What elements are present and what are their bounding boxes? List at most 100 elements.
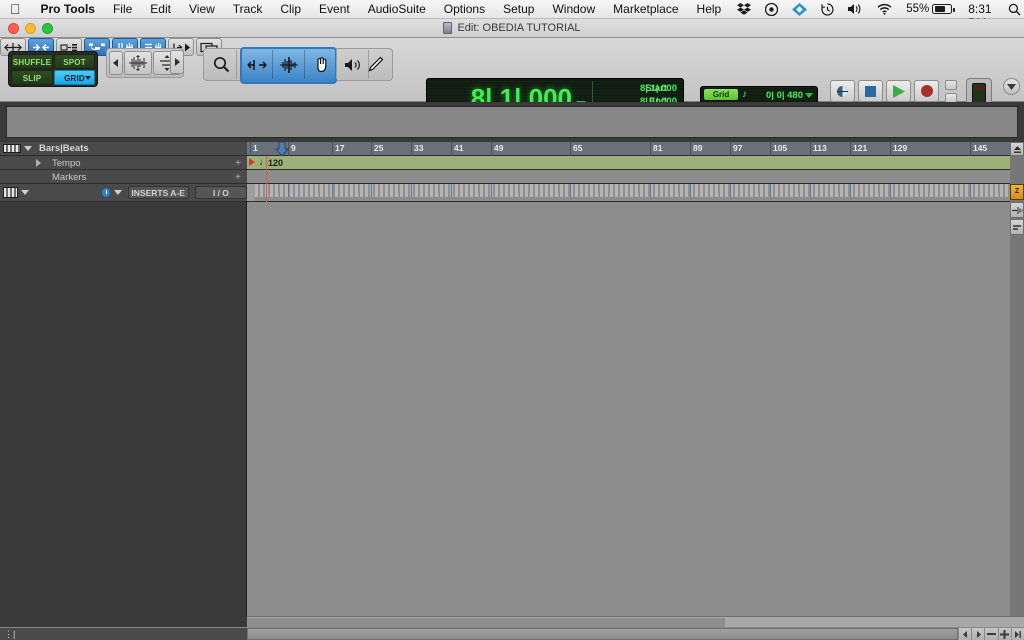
waveform-zoom-button[interactable] [124, 51, 152, 75]
bar-marker [970, 184, 971, 197]
bar-tick [650, 142, 651, 156]
bar-tick [690, 142, 691, 156]
tempo-label: Tempo [52, 158, 81, 169]
io-column-header[interactable]: I / O [195, 186, 247, 199]
avid-link-icon[interactable] [785, 0, 814, 19]
clip-list-strip [0, 102, 1024, 142]
menu-item-setup[interactable]: Setup [494, 0, 543, 19]
bar-tick [890, 142, 891, 156]
menu-item-options[interactable]: Options [435, 0, 494, 19]
window-title-bar: Edit: OBEDIA TUTORIAL [0, 19, 1024, 38]
grid-label-badge[interactable]: Grid [704, 89, 738, 100]
bar-tick [332, 142, 333, 156]
edit-mode-spot[interactable]: SPOT [54, 54, 95, 69]
battery-icon [932, 4, 952, 14]
inserts-column-header[interactable]: INSERTS A-E [128, 186, 189, 199]
timebase-chevron-down-icon[interactable] [114, 190, 122, 195]
bar-marker [730, 184, 731, 197]
bottom-strip-left [0, 616, 247, 627]
menu-item-help[interactable]: Help [688, 0, 731, 19]
track-strip-lead [247, 184, 255, 202]
menu-item-edit[interactable]: Edit [141, 0, 180, 19]
ruler-chevron-down-icon[interactable] [24, 146, 32, 151]
menu-item-event[interactable]: Event [310, 0, 359, 19]
timebase-clock-icon[interactable] [101, 187, 111, 198]
zoom-in-horizontal-button[interactable] [998, 628, 1011, 640]
bar-marker [850, 184, 851, 197]
grabber-tool[interactable] [306, 50, 337, 79]
menu-item-window[interactable]: Window [543, 0, 604, 19]
track-view-chevron-down-icon[interactable] [21, 190, 29, 195]
wifi-icon[interactable] [870, 0, 899, 19]
edit-mode-grid[interactable]: GRID [54, 70, 95, 85]
menu-item-clip[interactable]: Clip [271, 0, 310, 19]
selector-tool[interactable] [274, 50, 305, 79]
time-machine-icon[interactable] [814, 0, 841, 19]
zoomer-tool[interactable] [206, 50, 237, 79]
zoom-out-vertical-button[interactable] [1010, 219, 1024, 235]
add-marker-button[interactable]: + [235, 172, 241, 183]
tempo-bpm-value[interactable]: 120 [268, 158, 283, 168]
play-button[interactable] [886, 80, 911, 102]
bar-number-label: 113 [813, 143, 827, 153]
tempo-expand-arrow-icon[interactable] [36, 159, 41, 167]
volume-icon[interactable] [841, 0, 870, 19]
menu-item-marketplace[interactable]: Marketplace [604, 0, 687, 19]
bars-beats-ruler[interactable]: 19172533414965818997105113121129145 [247, 142, 1010, 156]
tempo-ruler[interactable]: ♩ 120 [247, 156, 1010, 170]
ruler-view-handle-icon[interactable] [3, 144, 21, 153]
zoom-next-button[interactable] [170, 50, 184, 74]
timeline-insertion-marker-icon[interactable] [275, 142, 289, 156]
pencil-tool[interactable] [360, 50, 391, 79]
zoom-out-horizontal-button[interactable] [984, 628, 997, 640]
tempo-event-marker-icon[interactable] [249, 158, 255, 166]
zoom-toggle-button[interactable]: Z [1010, 184, 1024, 200]
toolbar-options-button[interactable] [1003, 78, 1020, 95]
stop-button[interactable] [858, 80, 883, 102]
zoom-previous-button[interactable] [109, 51, 123, 75]
minimize-button[interactable] [25, 23, 36, 34]
markers-ruler[interactable] [247, 170, 1010, 184]
track-list-pane[interactable] [0, 202, 247, 616]
target-display-icon[interactable] [758, 0, 785, 19]
edit-mode-shuffle[interactable]: SHUFFLE [11, 54, 53, 69]
horizontal-scroll-thumb[interactable] [247, 628, 958, 640]
markers-ruler-header[interactable]: Markers + [0, 170, 247, 184]
window-title: Edit: OBEDIA TUTORIAL [443, 22, 580, 34]
battery-status[interactable]: 55% [899, 0, 959, 19]
record-button[interactable] [914, 80, 939, 102]
menu-item-pro-tools[interactable]: Pro Tools [32, 0, 104, 19]
transport-extra-button-1[interactable] [945, 80, 957, 90]
selection-start-value[interactable]: 8| 1| 000 [640, 83, 677, 94]
scroll-to-end-button[interactable] [1011, 628, 1024, 640]
bar-marker [650, 184, 651, 197]
track-ruler-strip[interactable] [247, 184, 1010, 202]
apple-icon[interactable]:  [10, 2, 21, 16]
grid-value[interactable]: 0| 0| 480 [766, 90, 803, 101]
menu-item-file[interactable]: File [104, 0, 141, 19]
add-tempo-button[interactable]: + [235, 158, 241, 169]
menu-item-view[interactable]: View [180, 0, 224, 19]
grid-chevron-down-icon[interactable] [805, 93, 813, 98]
menu-item-audiosuite[interactable]: AudioSuite [359, 0, 435, 19]
zoom-in-vertical-button[interactable] [1010, 202, 1024, 218]
dropbox-icon[interactable] [730, 0, 758, 19]
scroll-up-button[interactable] [1010, 142, 1024, 156]
track-view-handle-icon[interactable] [3, 187, 18, 198]
bar-tick [730, 142, 731, 156]
edit-mode-slip[interactable]: SLIP [11, 70, 53, 85]
bottom-scroll-thumb[interactable] [247, 618, 725, 627]
search-icon[interactable] [1001, 0, 1024, 19]
scroll-right-button[interactable] [971, 628, 984, 640]
scroll-left-button[interactable] [958, 628, 971, 640]
trim-tool[interactable] [242, 50, 273, 79]
loop-playback-button[interactable] [830, 80, 855, 102]
bottom-scroll-track[interactable] [247, 616, 1024, 627]
resize-grip-icon[interactable]: ⋮| [4, 630, 15, 639]
tempo-ruler-header[interactable]: Tempo + [0, 156, 247, 170]
menu-item-track[interactable]: Track [224, 0, 272, 19]
zoom-button[interactable] [42, 23, 53, 34]
close-button[interactable] [8, 23, 19, 34]
timebase-ruler-header[interactable]: Bars|Beats [0, 142, 247, 156]
zoom-toggle-label: Z [1015, 188, 1019, 195]
